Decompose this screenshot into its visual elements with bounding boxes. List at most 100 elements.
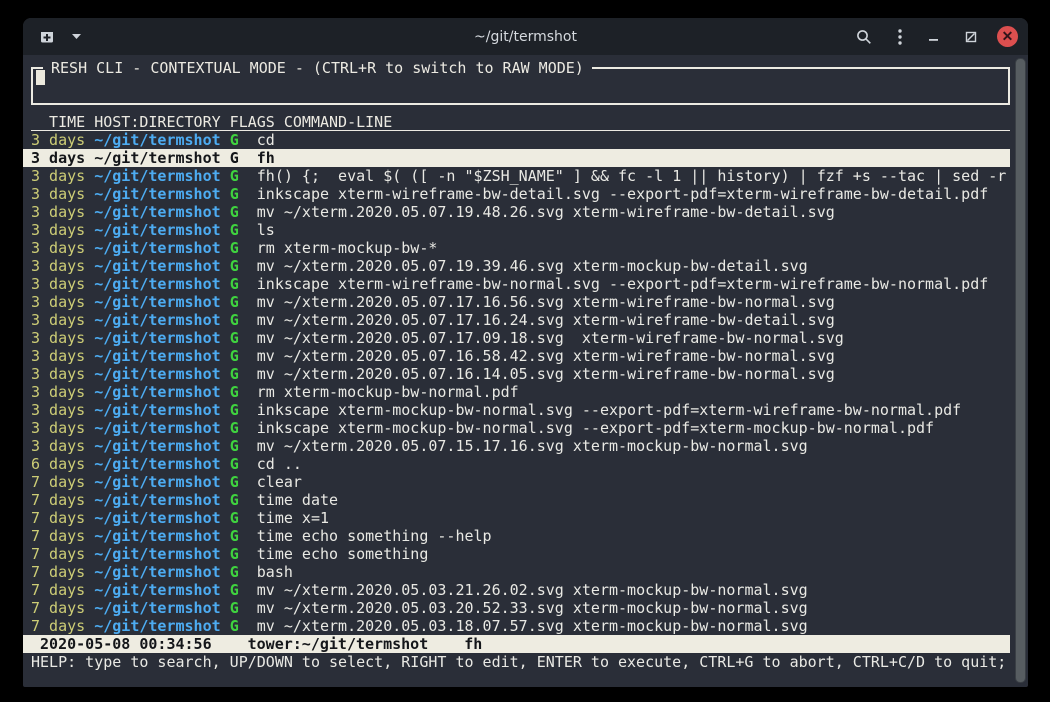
kebab-menu-icon: [898, 29, 902, 45]
row-time: 7 days: [31, 617, 85, 635]
row-directory: ~/git/termshot: [94, 527, 220, 545]
new-tab-icon: [39, 30, 55, 44]
row-flags: G: [230, 401, 239, 419]
row-directory: ~/git/termshot: [94, 257, 220, 275]
terminal-content: RESH CLI - CONTEXTUAL MODE - (CTRL+R to …: [23, 67, 1028, 687]
search-icon: [856, 29, 872, 45]
row-flags: G: [230, 419, 239, 437]
history-row[interactable]: 3 days ~/git/termshot G mv ~/xterm.2020.…: [31, 203, 1010, 221]
row-time: 7 days: [31, 527, 85, 545]
row-time: 3 days: [31, 347, 85, 365]
row-time: 3 days: [31, 329, 85, 347]
row-flags: G: [230, 203, 239, 221]
row-flags: G: [230, 347, 239, 365]
row-directory: ~/git/termshot: [94, 599, 220, 617]
row-flags: G: [230, 491, 239, 509]
row-directory: ~/git/termshot: [94, 617, 220, 635]
history-row[interactable]: 3 days ~/git/termshot G mv ~/xterm.2020.…: [31, 437, 1010, 455]
row-command: rm xterm-mockup-bw-*: [257, 239, 438, 257]
history-row[interactable]: 3 days ~/git/termshot G inkscape xterm-w…: [31, 185, 1010, 203]
status-command: fh: [464, 635, 482, 653]
history-row[interactable]: 3 days ~/git/termshot G inkscape xterm-m…: [31, 401, 1010, 419]
history-row[interactable]: 7 days ~/git/termshot G mv ~/xterm.2020.…: [31, 581, 1010, 599]
row-command: cd: [257, 131, 275, 149]
titlebar-left: [33, 26, 88, 48]
row-command: clear: [257, 473, 302, 491]
history-row[interactable]: 3 days ~/git/termshot G ls: [31, 221, 1010, 239]
history-row[interactable]: 7 days ~/git/termshot G clear: [31, 473, 1010, 491]
chevron-down-icon: [71, 33, 82, 40]
history-row[interactable]: 7 days ~/git/termshot G time date: [31, 491, 1010, 509]
search-box[interactable]: RESH CLI - CONTEXTUAL MODE - (CTRL+R to …: [31, 67, 1010, 105]
history-row[interactable]: 7 days ~/git/termshot G bash: [31, 563, 1010, 581]
row-directory: ~/git/termshot: [94, 239, 220, 257]
history-row[interactable]: 7 days ~/git/termshot G mv ~/xterm.2020.…: [31, 617, 1010, 635]
row-directory: ~/git/termshot: [94, 437, 220, 455]
row-time: 3 days: [31, 203, 85, 221]
history-row[interactable]: 3 days ~/git/termshot G inkscape xterm-m…: [31, 419, 1010, 437]
row-directory: ~/git/termshot: [94, 131, 220, 149]
row-command: mv ~/xterm.2020.05.07.19.39.46.svg xterm…: [257, 257, 808, 275]
restore-button[interactable]: [959, 27, 983, 47]
scrollbar[interactable]: [1015, 58, 1026, 683]
row-time: 7 days: [31, 491, 85, 509]
history-row[interactable]: 3 days ~/git/termshot G cd: [31, 131, 1010, 149]
row-directory: ~/git/termshot: [94, 509, 220, 527]
row-command: mv ~/xterm.2020.05.07.17.16.24.svg xterm…: [257, 311, 835, 329]
history-row[interactable]: 3 days ~/git/termshot G mv ~/xterm.2020.…: [31, 347, 1010, 365]
titlebar-right: ✕: [850, 25, 1018, 49]
row-time: 3 days: [31, 293, 85, 311]
row-directory: ~/git/termshot: [94, 455, 220, 473]
history-row[interactable]: 7 days ~/git/termshot G time echo someth…: [31, 527, 1010, 545]
row-flags: G: [230, 617, 239, 635]
row-directory: ~/git/termshot: [94, 383, 220, 401]
row-flags: G: [230, 509, 239, 527]
close-button[interactable]: ✕: [997, 26, 1018, 47]
row-flags: G: [230, 167, 239, 185]
minimize-icon: [928, 31, 939, 42]
row-command: inkscape xterm-wireframe-bw-detail.svg -…: [257, 185, 989, 203]
row-directory: ~/git/termshot: [94, 329, 220, 347]
row-flags: G: [230, 437, 239, 455]
row-command: ls: [257, 221, 275, 239]
history-row[interactable]: 7 days ~/git/termshot G mv ~/xterm.2020.…: [31, 599, 1010, 617]
row-time: 3 days: [31, 167, 85, 185]
row-directory: ~/git/termshot: [94, 275, 220, 293]
menu-button[interactable]: [892, 25, 908, 49]
history-row[interactable]: 3 days ~/git/termshot G mv ~/xterm.2020.…: [31, 293, 1010, 311]
row-directory: ~/git/termshot: [94, 203, 220, 221]
history-row[interactable]: 3 days ~/git/termshot G fh() {; eval $( …: [31, 167, 1010, 185]
history-row[interactable]: 7 days ~/git/termshot G time echo someth…: [31, 545, 1010, 563]
row-time: 7 days: [31, 509, 85, 527]
history-row-selected[interactable]: 3 days ~/git/termshot G fh: [23, 149, 1010, 167]
search-button[interactable]: [850, 25, 878, 49]
history-row[interactable]: 7 days ~/git/termshot G time x=1: [31, 509, 1010, 527]
row-directory: ~/git/termshot: [94, 293, 220, 311]
row-time: 3 days: [31, 239, 85, 257]
row-flags: G: [230, 473, 239, 491]
history-row[interactable]: 3 days ~/git/termshot G rm xterm-mockup-…: [31, 239, 1010, 257]
history-row[interactable]: 3 days ~/git/termshot G mv ~/xterm.2020.…: [31, 329, 1010, 347]
row-command: mv ~/xterm.2020.05.03.18.07.57.svg xterm…: [257, 617, 808, 635]
tab-dropdown-button[interactable]: [65, 29, 88, 44]
history-row[interactable]: 3 days ~/git/termshot G rm xterm-mockup-…: [31, 383, 1010, 401]
status-bar: 2020-05-08 00:34:56tower:~/git/termshotf…: [23, 635, 1010, 653]
history-row[interactable]: 3 days ~/git/termshot G mv ~/xterm.2020.…: [31, 311, 1010, 329]
row-directory: ~/git/termshot: [94, 149, 220, 167]
history-row[interactable]: 3 days ~/git/termshot G mv ~/xterm.2020.…: [31, 257, 1010, 275]
row-flags: G: [230, 239, 239, 257]
status-location: tower:~/git/termshot: [248, 635, 429, 653]
history-row[interactable]: 3 days ~/git/termshot G inkscape xterm-w…: [31, 275, 1010, 293]
row-command: mv ~/xterm.2020.05.07.16.58.42.svg xterm…: [257, 347, 835, 365]
new-tab-button[interactable]: [33, 26, 61, 48]
row-flags: G: [230, 311, 239, 329]
row-directory: ~/git/termshot: [94, 545, 220, 563]
minimize-button[interactable]: [922, 27, 945, 46]
history-list: 3 days ~/git/termshot G cd3 days ~/git/t…: [31, 131, 1010, 635]
row-directory: ~/git/termshot: [94, 221, 220, 239]
row-directory: ~/git/termshot: [94, 365, 220, 383]
row-time: 7 days: [31, 473, 85, 491]
history-row[interactable]: 3 days ~/git/termshot G mv ~/xterm.2020.…: [31, 365, 1010, 383]
row-flags: G: [230, 563, 239, 581]
history-row[interactable]: 6 days ~/git/termshot G cd ..: [31, 455, 1010, 473]
